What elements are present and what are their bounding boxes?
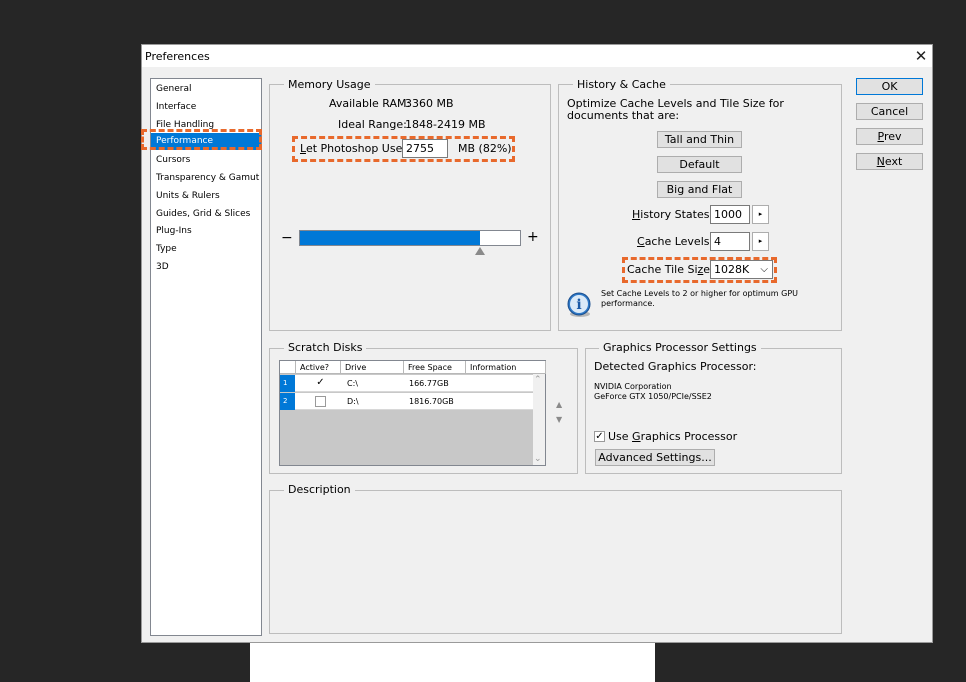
- drive-cell: C:\: [347, 379, 358, 388]
- active-checkbox[interactable]: [315, 396, 326, 407]
- optimize-intro-line2: documents that are:: [567, 109, 680, 122]
- cache-levels-spinner[interactable]: ▸: [752, 232, 769, 251]
- gpu-info-line2: performance.: [601, 299, 655, 308]
- free-space-cell: 166.77GB: [409, 379, 449, 388]
- gpu-info-line1: Set Cache Levels to 2 or higher for opti…: [601, 289, 799, 298]
- memory-slider-thumb[interactable]: [475, 247, 485, 255]
- default-cache-button[interactable]: Default: [657, 156, 742, 173]
- available-ram-label: Available RAM:: [329, 97, 411, 110]
- use-gpu-label: Use Graphics Processor: [608, 430, 737, 444]
- photoshop-use-annotation: [292, 136, 515, 162]
- preferences-category-list: General Interface File Handling Performa…: [150, 78, 262, 636]
- move-up-icon[interactable]: ▲: [556, 398, 562, 412]
- column-header-free-space: Free Space: [404, 361, 466, 374]
- sidebar-item-3d[interactable]: 3D: [151, 259, 261, 276]
- ideal-range-label: Ideal Range:: [338, 118, 407, 131]
- gpu-settings-title: Graphics Processor Settings: [599, 341, 761, 354]
- background-document: [250, 640, 655, 682]
- cache-levels-mnemonic: C: [637, 235, 645, 248]
- history-states-spinner[interactable]: ▸: [752, 205, 769, 224]
- memory-slider[interactable]: [299, 230, 521, 246]
- tall-and-thin-button[interactable]: Tall and Thin: [657, 131, 742, 148]
- advanced-settings-button[interactable]: Advanced Settings...: [595, 449, 715, 466]
- description-title: Description: [284, 483, 355, 496]
- sidebar-item-interface[interactable]: Interface: [151, 99, 261, 116]
- row-number: 2: [280, 393, 295, 410]
- table-row[interactable]: 1 ✓ C:\ 166.77GB: [280, 375, 545, 392]
- column-header-number: [280, 361, 296, 374]
- active-checkbox[interactable]: ✓: [315, 378, 326, 389]
- prev-label: rev: [883, 130, 902, 143]
- ideal-range-value: 1848-2419 MB: [405, 118, 486, 131]
- row-number: 1: [280, 375, 295, 392]
- scroll-up-icon[interactable]: ⌃: [534, 375, 542, 385]
- info-glyph: i: [576, 297, 581, 313]
- available-ram-value: 3360 MB: [405, 97, 454, 110]
- history-cache-title: History & Cache: [573, 78, 670, 91]
- window-title: Preferences: [145, 50, 210, 63]
- scratch-disks-table: Active? Drive Free Space Information 1 ✓…: [279, 360, 546, 466]
- sidebar-item-guides[interactable]: Guides, Grid & Slices: [151, 206, 261, 223]
- prev-button[interactable]: Prev: [856, 128, 923, 145]
- cache-levels-label-text: ache Levels:: [644, 235, 714, 248]
- use-gpu-mnemonic: G: [632, 430, 641, 443]
- sidebar-item-cursors[interactable]: Cursors: [151, 152, 261, 169]
- gpu-vendor: NVIDIA Corporation: [594, 382, 672, 391]
- history-states-label: History States:: [632, 208, 713, 222]
- history-states-label-text: istory States:: [640, 208, 714, 221]
- close-icon[interactable]: ✕: [912, 47, 930, 65]
- scratch-disks-title: Scratch Disks: [284, 341, 367, 354]
- gpu-model: GeForce GTX 1050/PCIe/SSE2: [594, 392, 712, 401]
- column-header-drive: Drive: [341, 361, 404, 374]
- sidebar-item-transparency[interactable]: Transparency & Gamut: [151, 170, 261, 187]
- use-gpu-label-pre: Use: [608, 430, 633, 443]
- performance-highlight-annotation: [141, 129, 262, 150]
- preferences-dialog: Preferences ✕ General Interface File Han…: [141, 44, 933, 643]
- cache-levels-input[interactable]: 4: [710, 232, 750, 251]
- sidebar-item-type[interactable]: Type: [151, 241, 261, 258]
- column-header-active: Active?: [296, 361, 341, 374]
- use-gpu-checkbox[interactable]: ✓: [594, 431, 605, 442]
- detected-gpu-label: Detected Graphics Processor:: [594, 360, 757, 373]
- ok-button[interactable]: OK: [856, 78, 923, 95]
- title-bar: Preferences ✕: [142, 45, 932, 67]
- table-scrollbar[interactable]: ⌃ ⌄: [533, 374, 545, 465]
- cache-tile-size-annotation: [622, 257, 777, 283]
- sidebar-item-units[interactable]: Units & Rulers: [151, 188, 261, 205]
- history-states-input[interactable]: 1000: [710, 205, 750, 224]
- info-icon: i: [566, 291, 594, 319]
- use-gpu-label-post: raphics Processor: [640, 430, 738, 443]
- increase-memory-button[interactable]: +: [527, 230, 539, 244]
- next-mnemonic: N: [876, 155, 885, 168]
- next-button[interactable]: Next: [856, 153, 923, 170]
- decrease-memory-button[interactable]: −: [281, 231, 293, 245]
- cache-levels-label: Cache Levels:: [637, 235, 713, 249]
- memory-slider-fill: [300, 231, 480, 245]
- move-down-icon[interactable]: ▼: [556, 413, 562, 427]
- sidebar-item-plugins[interactable]: Plug-Ins: [151, 223, 261, 240]
- next-label: ext: [884, 155, 903, 168]
- cancel-button[interactable]: Cancel: [856, 103, 923, 120]
- drive-cell: D:\: [347, 397, 359, 406]
- memory-usage-title: Memory Usage: [284, 78, 375, 91]
- description-group: [269, 490, 842, 634]
- column-header-information: Information: [466, 361, 546, 374]
- scroll-down-icon[interactable]: ⌄: [534, 454, 542, 464]
- sidebar-item-general[interactable]: General: [151, 81, 261, 98]
- big-and-flat-button[interactable]: Big and Flat: [657, 181, 742, 198]
- free-space-cell: 1816.70GB: [409, 397, 454, 406]
- table-row[interactable]: 2 D:\ 1816.70GB: [280, 393, 545, 410]
